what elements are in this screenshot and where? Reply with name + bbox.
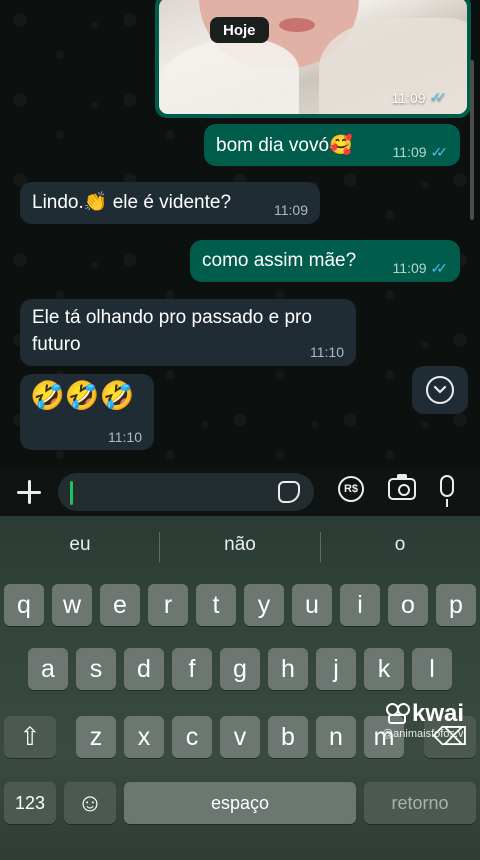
suggestion-bar: eu não o — [0, 516, 480, 578]
message-meta: 11:10 — [310, 345, 344, 359]
key-b[interactable]: b — [268, 716, 308, 758]
suggestion-item[interactable]: não — [160, 534, 320, 556]
message-bubble-outgoing[interactable]: bom dia vovó🥰 11:09 ✓✓ — [204, 124, 460, 166]
message-input[interactable] — [58, 473, 314, 511]
message-time: 11:09 — [392, 260, 427, 276]
key-a[interactable]: a — [28, 648, 68, 690]
message-text: Ele tá olhando pro passado e pro futuro — [32, 307, 312, 355]
scroll-to-bottom-button[interactable] — [412, 366, 468, 414]
return-key[interactable]: retorno — [364, 782, 476, 824]
key-v[interactable]: v — [220, 716, 260, 758]
photo-blanket — [159, 38, 299, 114]
message-meta: 11:10 — [108, 430, 142, 444]
key-d[interactable]: d — [124, 648, 164, 690]
message-time: 11:09 — [392, 144, 427, 160]
chevron-down-icon — [426, 376, 454, 404]
kwai-brand-text: kwai — [412, 700, 465, 727]
photo-time-text: 11:09 — [391, 89, 426, 106]
message-meta: 11:09 — [274, 203, 308, 217]
key-w[interactable]: w — [52, 584, 92, 626]
microphone-icon[interactable] — [440, 475, 454, 507]
space-key[interactable]: espaço — [124, 782, 356, 824]
message-bubble-incoming[interactable]: Lindo.👏 ele é vidente? 11:09 — [20, 182, 320, 224]
photo-lips — [279, 18, 315, 32]
key-s[interactable]: s — [76, 648, 116, 690]
key-t[interactable]: t — [196, 584, 236, 626]
key-q[interactable]: q — [4, 584, 44, 626]
read-receipt-icon: ✓✓ — [430, 260, 449, 276]
key-x[interactable]: x — [124, 716, 164, 758]
chat-area[interactable]: 11:09 ✓✓ Hoje bom dia vovó🥰 11:09 ✓✓ Lin… — [0, 0, 480, 468]
kwai-logo-icon — [386, 703, 410, 725]
read-receipt-icon: ✓✓ — [430, 144, 449, 160]
watermark-username: @animaisfofos.v — [382, 728, 464, 740]
keyboard: eu não o q w e r t y u i o p a s d f g h… — [0, 516, 480, 860]
emoji-key[interactable]: ☺ — [64, 782, 116, 824]
message-meta: 11:09 ✓✓ — [392, 260, 449, 276]
suggestion-item[interactable]: eu — [0, 534, 160, 556]
key-u[interactable]: u — [292, 584, 332, 626]
kwai-watermark: kwai — [386, 700, 464, 728]
key-l[interactable]: l — [412, 648, 452, 690]
text-cursor — [70, 481, 73, 505]
key-c[interactable]: c — [172, 716, 212, 758]
message-bubble-outgoing[interactable]: como assim mãe? 11:09 ✓✓ — [190, 240, 460, 282]
message-emoji: 🤣🤣🤣 — [30, 380, 135, 411]
message-meta: 11:09 ✓✓ — [392, 144, 449, 160]
photo-timestamp: 11:09 ✓✓ — [391, 89, 448, 106]
key-z[interactable]: z — [76, 716, 116, 758]
message-text: bom dia vovó🥰 — [216, 135, 353, 156]
message-time: 11:09 — [274, 202, 308, 218]
payment-icon[interactable]: R$ — [338, 476, 364, 502]
message-time: 11:10 — [310, 344, 344, 360]
date-chip: Hoje — [210, 17, 269, 43]
key-i[interactable]: i — [340, 584, 380, 626]
message-bubble-incoming[interactable]: 🤣🤣🤣 11:10 — [20, 374, 154, 450]
key-g[interactable]: g — [220, 648, 260, 690]
message-composer: R$ — [0, 468, 480, 516]
key-k[interactable]: k — [364, 648, 404, 690]
baby-photo[interactable]: 11:09 ✓✓ — [159, 0, 467, 114]
emoji-icon: ☺ — [77, 788, 103, 817]
plus-icon[interactable] — [14, 477, 44, 507]
message-time: 11:10 — [108, 429, 142, 445]
key-n[interactable]: n — [316, 716, 356, 758]
key-o[interactable]: o — [388, 584, 428, 626]
message-text: como assim mãe? — [202, 250, 357, 271]
suggestion-item[interactable]: o — [320, 534, 480, 556]
key-r[interactable]: r — [148, 584, 188, 626]
camera-icon[interactable] — [388, 474, 416, 500]
numbers-key[interactable]: 123 — [4, 782, 56, 824]
key-p[interactable]: p — [436, 584, 476, 626]
key-e[interactable]: e — [100, 584, 140, 626]
key-y[interactable]: y — [244, 584, 284, 626]
key-f[interactable]: f — [172, 648, 212, 690]
key-j[interactable]: j — [316, 648, 356, 690]
scrollbar[interactable] — [470, 60, 474, 220]
message-bubble-incoming[interactable]: Ele tá olhando pro passado e pro futuro … — [20, 299, 356, 366]
read-receipt-icon: ✓✓ — [429, 89, 448, 105]
photo-message[interactable]: 11:09 ✓✓ — [155, 0, 471, 118]
sticker-icon[interactable] — [278, 481, 300, 503]
key-h[interactable]: h — [268, 648, 308, 690]
shift-key[interactable]: ⇧ — [4, 716, 56, 758]
message-text: Lindo.👏 ele é vidente? — [32, 192, 232, 213]
